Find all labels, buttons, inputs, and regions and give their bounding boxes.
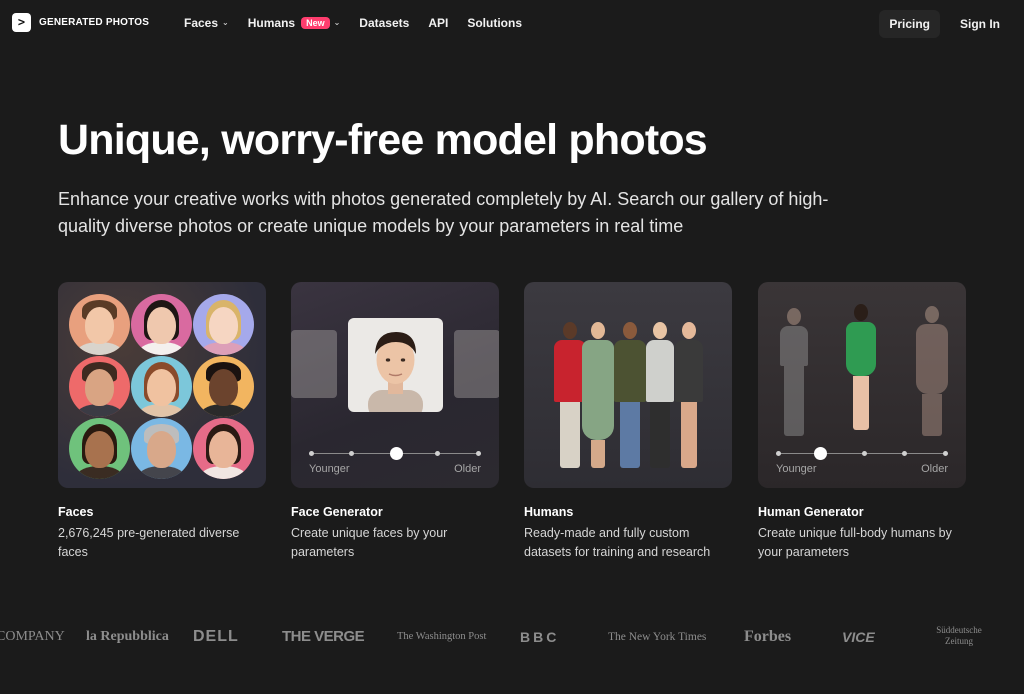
face-thumbnail [69, 294, 130, 355]
nav-item-humans[interactable]: Humans New ⌄ [248, 16, 341, 30]
press-logo: THE VERGE [282, 628, 365, 645]
person-figure [582, 322, 614, 468]
slider-min-label: Younger [309, 463, 350, 475]
nav-item-api[interactable]: API [428, 16, 448, 30]
press-logo: la Repubblica [86, 629, 169, 644]
press-logo: BBC [520, 629, 560, 645]
pricing-button[interactable]: Pricing [879, 10, 940, 38]
press-logo: Forbes [744, 628, 792, 645]
nav-item-label: Datasets [359, 16, 410, 30]
nav-item-label: Humans [247, 16, 296, 30]
chevron-down-icon: ⌄ [333, 17, 341, 27]
person-figure [846, 304, 876, 430]
card-description: 2,676,245 pre-generated diverse faces [58, 526, 240, 559]
card-human-generator[interactable]: Younger Older Human Generator Create uni… [758, 282, 966, 562]
press-logo: COMPANY [0, 629, 65, 644]
slider-max-label: Older [921, 463, 948, 475]
sign-in-button[interactable]: Sign In [948, 10, 1000, 38]
top-navigation: > GENERATED PHOTOS Faces ⌄ Humans New ⌄ … [0, 0, 1024, 48]
face-preview-side [291, 330, 337, 398]
face-thumbnail [69, 418, 130, 479]
face-preview-side [454, 330, 499, 398]
brand-logo[interactable]: > GENERATED PHOTOS [12, 13, 149, 32]
card-face-generator[interactable]: Younger Older Face Generator Create uniq… [291, 282, 499, 562]
press-logo: The New York Times [608, 631, 707, 643]
nav-item-datasets[interactable]: Datasets [359, 16, 409, 30]
face-generator-preview[interactable]: Younger Older [291, 282, 499, 488]
press-logo: DELL [193, 628, 239, 645]
faces-preview-image[interactable] [58, 282, 266, 488]
card-faces[interactable]: Faces 2,676,245 pre-generated diverse fa… [58, 282, 266, 562]
face-preview-main [348, 318, 443, 412]
chevron-down-icon: ⌄ [222, 17, 229, 27]
slider-max-label: Older [454, 463, 481, 475]
face-thumbnail [131, 356, 192, 417]
brand-name: GENERATED PHOTOS [39, 17, 150, 28]
person-figure [614, 322, 646, 468]
card-description: Create unique full-body humans by your p… [758, 526, 952, 559]
account-actions: Pricing Sign In [879, 10, 1000, 38]
card-humans[interactable]: Humans Ready-made and fully custom datas… [524, 282, 732, 562]
card-title[interactable]: Human Generator [758, 505, 966, 519]
face-thumbnail [131, 418, 192, 479]
main-menu: Faces ⌄ Humans New ⌄ Datasets API Soluti… [184, 16, 541, 30]
person-figure [646, 322, 674, 468]
age-slider[interactable] [309, 447, 481, 460]
slider-handle[interactable] [390, 447, 403, 460]
age-slider[interactable] [776, 447, 948, 460]
hero-subtitle: Enhance your creative works with photos … [58, 189, 829, 236]
person-figure [780, 308, 808, 436]
card-title[interactable]: Face Generator [291, 505, 499, 519]
card-description: Create unique faces by your parameters [291, 526, 448, 559]
nav-item-label: Faces [184, 16, 219, 30]
face-thumbnail [193, 356, 254, 417]
press-logo: Süddeutsche Zeitung [936, 625, 982, 646]
new-badge: New [301, 17, 330, 29]
nav-item-label: Solutions [467, 16, 523, 30]
face-thumbnail [193, 418, 254, 479]
face-thumbnail [193, 294, 254, 355]
person-figure [916, 306, 948, 436]
card-title[interactable]: Faces [58, 505, 266, 519]
card-title[interactable]: Humans [524, 505, 732, 519]
slider-handle[interactable] [814, 447, 827, 460]
press-logo: The Washington Post [397, 631, 487, 642]
face-thumbnail [131, 294, 192, 355]
nav-item-label: API [428, 16, 449, 30]
humans-preview-image[interactable] [524, 282, 732, 488]
face-thumbnail [69, 356, 130, 417]
press-logos: COMPANY la Repubblica DELL THE VERGE The… [0, 625, 1024, 648]
hero-title: Unique, worry-free model photos [58, 116, 708, 164]
nav-item-faces[interactable]: Faces ⌄ [184, 16, 229, 30]
brand-mark-icon: > [12, 13, 31, 32]
slider-min-label: Younger [776, 463, 817, 475]
face-grid [69, 294, 254, 479]
press-logo: VICE [842, 629, 875, 645]
nav-item-solutions[interactable]: Solutions [467, 16, 522, 30]
card-description: Ready-made and fully custom datasets for… [524, 526, 711, 559]
person-figure [675, 322, 703, 468]
human-generator-preview[interactable]: Younger Older [758, 282, 966, 488]
